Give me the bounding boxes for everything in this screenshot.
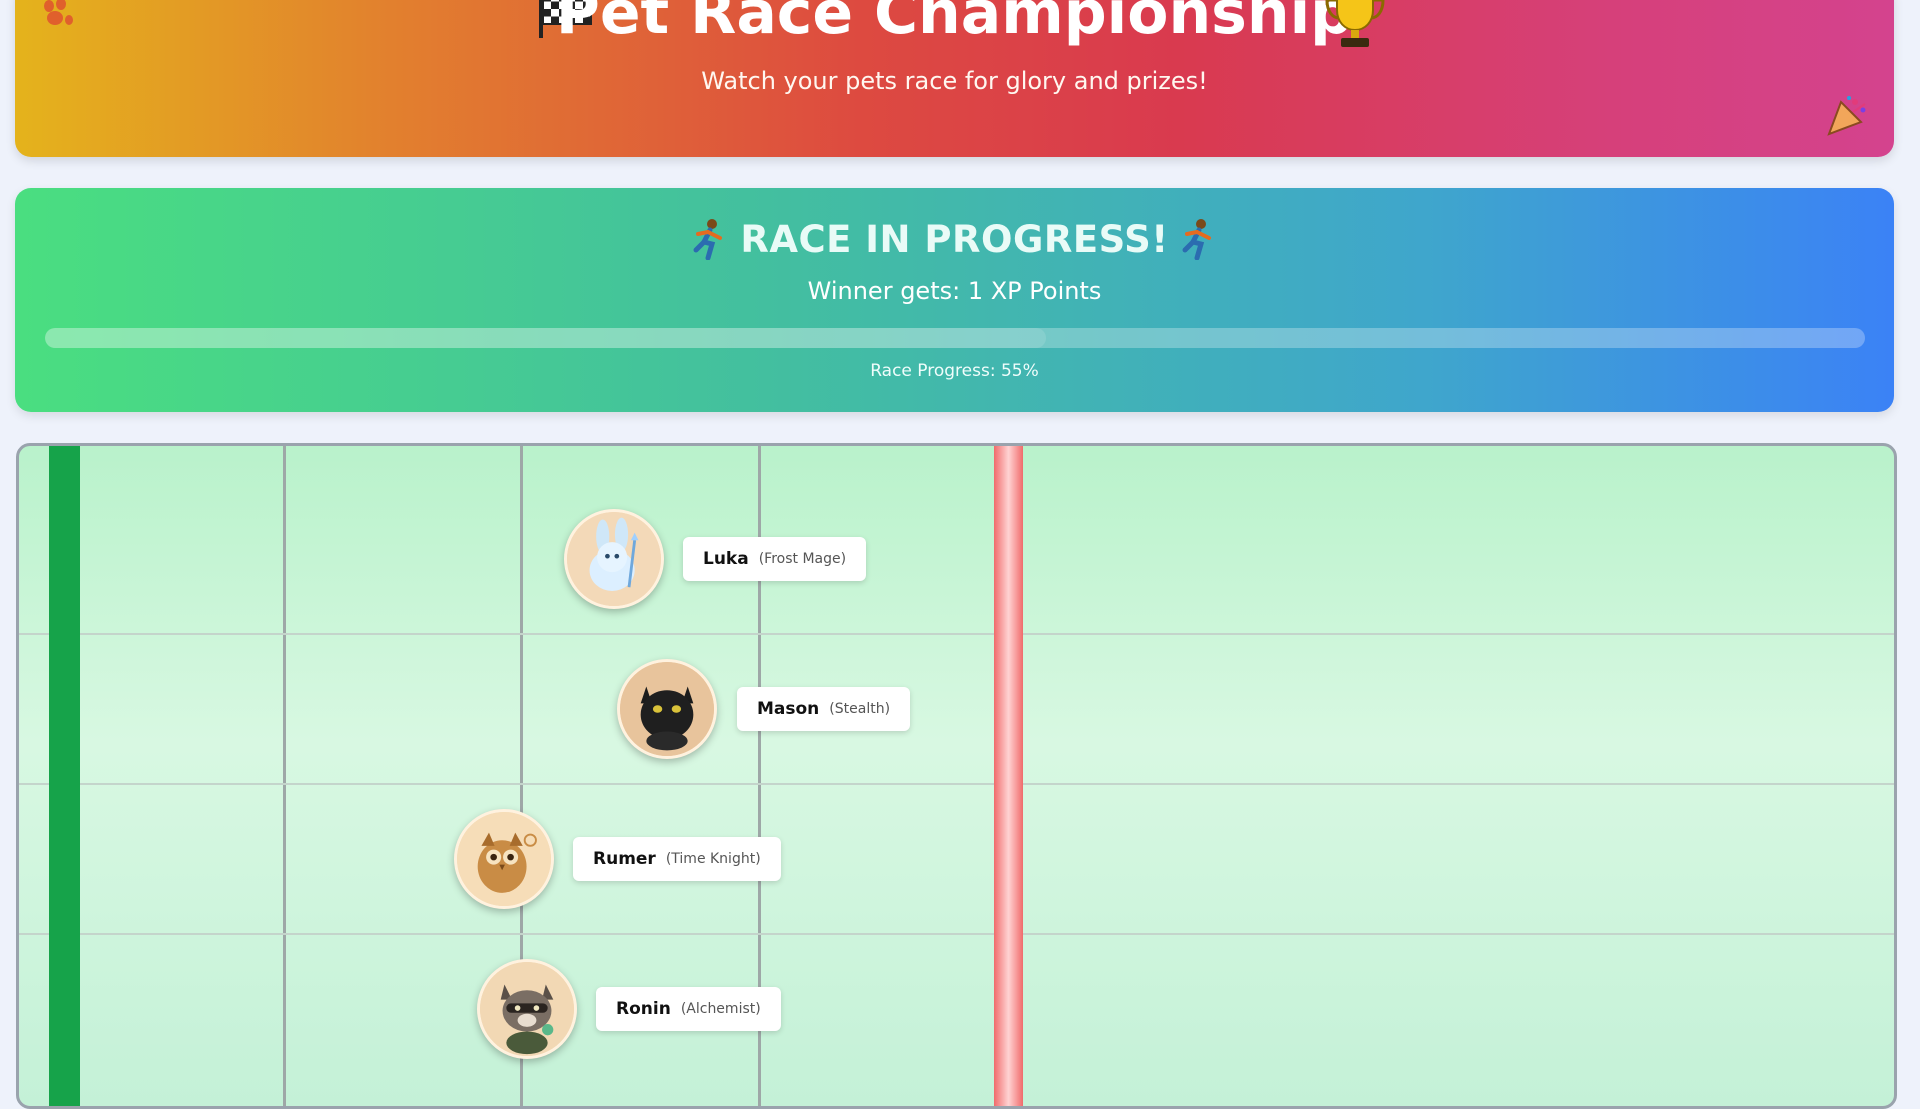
- racer-class: (Stealth): [829, 701, 891, 717]
- racer-name: Ronin: [616, 999, 671, 1019]
- lane-divider: [19, 933, 1894, 935]
- race-progress-fill: [45, 328, 1046, 348]
- track-marker-line: [283, 446, 286, 1106]
- lane-divider: [19, 783, 1894, 785]
- race-track: Luka (Frost Mage) Mason (Stealth) Rumer …: [16, 443, 1897, 1109]
- racer-avatar-rumer[interactable]: [454, 809, 554, 909]
- finish-line: [994, 446, 1023, 1106]
- racer-avatar-mason[interactable]: [617, 659, 717, 759]
- party-popper-icon: [1825, 94, 1869, 138]
- racer-tag-ronin: Ronin (Alchemist): [596, 987, 781, 1031]
- lane-divider: [19, 633, 1894, 635]
- race-progress-bar: [45, 328, 1865, 348]
- racer-avatar-ronin[interactable]: [477, 959, 577, 1059]
- runner-icon: [690, 218, 730, 261]
- header-banner: Pet Race Championship Watch your pets ra…: [15, 0, 1894, 157]
- racer-avatar-luka[interactable]: [564, 509, 664, 609]
- racer-class: (Time Knight): [665, 851, 761, 867]
- trophy-icon: [1321, 0, 1389, 50]
- racer-tag-luka: Luka (Frost Mage): [683, 537, 867, 581]
- runner-icon: [1179, 218, 1219, 261]
- prize-text: Winner gets: 1 XP Points: [807, 277, 1102, 305]
- start-line: [49, 446, 80, 1106]
- race-status-panel: RACE IN PROGRESS! Winner gets: 1 XP Poin…: [15, 188, 1894, 412]
- racer-tag-rumer: Rumer (Time Knight): [573, 837, 781, 881]
- racer-name: Rumer: [593, 849, 656, 869]
- black-cat-icon: [620, 662, 714, 756]
- raccoon-icon: [480, 962, 574, 1056]
- page-title: Pet Race Championship: [555, 0, 1354, 48]
- racer-class: (Alchemist): [680, 1001, 761, 1017]
- race-progress-label: Race Progress: 55%: [870, 361, 1039, 381]
- racer-tag-mason: Mason (Stealth): [737, 687, 911, 731]
- racer-name: Mason: [757, 699, 820, 719]
- frost-bunny-icon: [567, 512, 661, 606]
- racer-name: Luka: [703, 549, 749, 569]
- racer-class: (Frost Mage): [758, 551, 847, 567]
- owl-icon: [457, 812, 551, 906]
- race-status-heading: RACE IN PROGRESS!: [15, 218, 1894, 261]
- race-status-title: RACE IN PROGRESS!: [740, 218, 1169, 261]
- page-subtitle: Watch your pets race for glory and prize…: [701, 67, 1208, 95]
